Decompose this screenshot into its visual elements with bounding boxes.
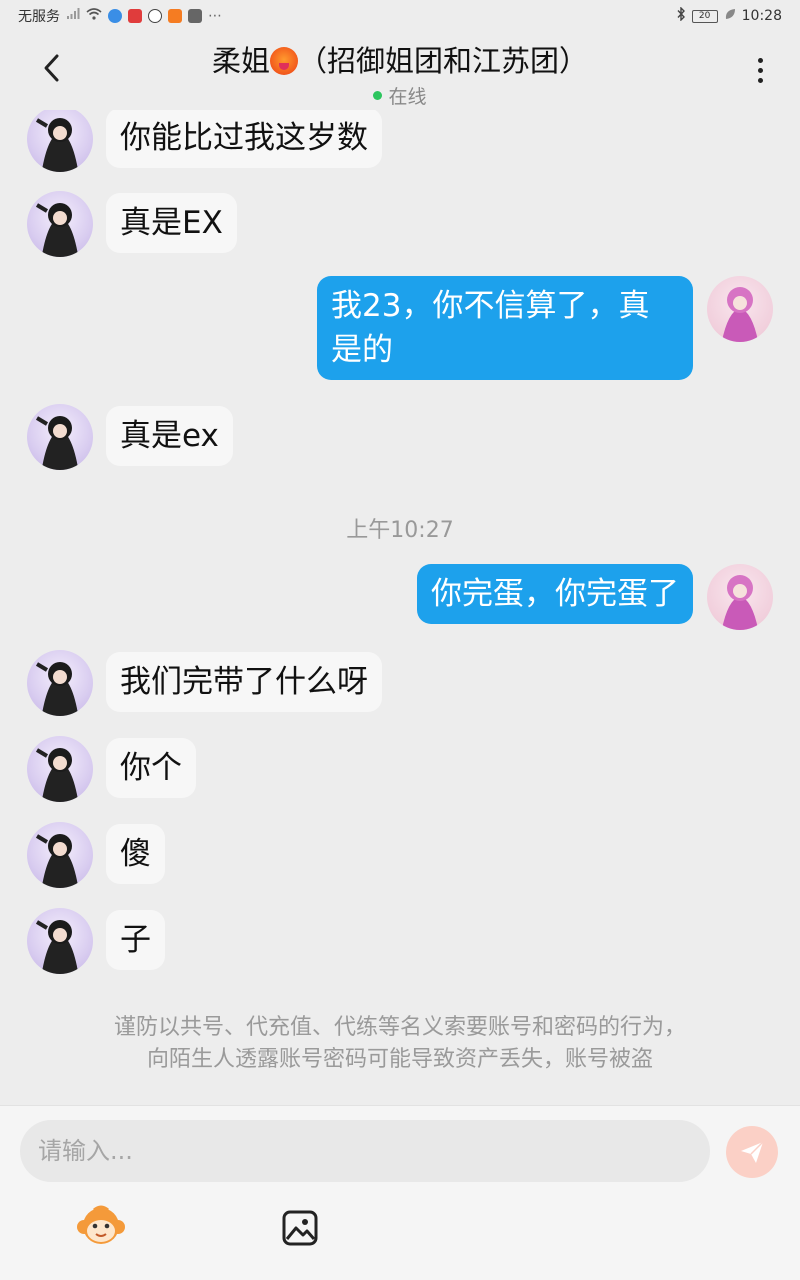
my-avatar[interactable] <box>707 564 773 630</box>
security-notice-line: 向陌生人透露账号密码可能导致资产丢失，账号被盗 <box>146 1047 653 1072</box>
contact-avatar[interactable] <box>27 650 93 716</box>
avatar-illustration-icon <box>721 287 759 342</box>
avatar-illustration-icon <box>35 662 79 716</box>
chat-title-name: 柔姐 <box>211 44 270 78</box>
avatar-illustration-icon <box>35 834 79 888</box>
chat-title-block: 柔姐 （招御姐团和江苏团） 在线 <box>120 38 680 109</box>
avatar-illustration-icon <box>721 575 759 630</box>
avatar-illustration-icon <box>35 416 79 470</box>
wifi-icon <box>86 8 102 24</box>
message-bubble[interactable]: 你能比过我这岁数 <box>106 110 382 168</box>
online-status-label: 在线 <box>388 86 427 108</box>
more-options-button[interactable] <box>744 48 776 92</box>
avatar-illustration-icon <box>35 748 79 802</box>
security-notice: 谨防以共号、代充值、代练等名义索要账号和密码的行为， 向陌生人透露账号密码可能导… <box>40 1012 760 1076</box>
online-dot-icon <box>373 91 383 100</box>
security-notice-line: 谨防以共号、代充值、代练等名义索要账号和密码的行为， <box>113 1015 686 1040</box>
battery-icon: 20 <box>691 9 718 23</box>
monkey-face-icon <box>77 1205 125 1244</box>
dot <box>757 77 763 83</box>
bluetooth-icon <box>676 6 686 25</box>
status-bar-left: 无服务 ⋯ <box>18 6 222 26</box>
status-bar: 无服务 ⋯ 20 10:28 <box>0 0 800 32</box>
message-bubble[interactable]: 傻 <box>106 824 165 884</box>
clock-text: 10:28 <box>741 8 782 24</box>
chat-header: 柔姐 （招御姐团和江苏团） 在线 <box>0 32 800 110</box>
contact-avatar[interactable] <box>27 110 93 172</box>
send-button[interactable] <box>726 1126 778 1178</box>
avatar-illustration-icon <box>35 920 79 974</box>
contact-avatar[interactable] <box>27 191 93 257</box>
avatar-illustration-icon <box>35 203 79 257</box>
contact-avatar[interactable] <box>27 736 93 802</box>
app-notification-icon <box>168 9 182 23</box>
chat-title: 柔姐 （招御姐团和江苏团） <box>120 38 680 80</box>
chat-title-group: （招御姐团和江苏团） <box>298 44 589 78</box>
leaf-icon <box>724 8 736 24</box>
avatar-illustration-icon <box>35 118 79 172</box>
chevron-left-icon <box>44 54 59 82</box>
message-bubble[interactable]: 我们完带了什么呀 <box>106 652 382 712</box>
image-icon <box>282 1210 318 1246</box>
message-bubble[interactable]: 我23，你不信算了，真 是的 <box>317 276 693 380</box>
message-composer <box>0 1105 800 1280</box>
contact-avatar[interactable] <box>27 404 93 470</box>
back-button[interactable] <box>30 46 74 90</box>
dot <box>757 67 763 73</box>
carrier-text: 无服务 <box>18 9 60 25</box>
signal-icon <box>66 8 80 24</box>
message-bubble[interactable]: 你个 <box>106 738 196 798</box>
app-notification-icon <box>128 9 142 23</box>
emoji-button[interactable] <box>76 1202 126 1252</box>
message-bubble[interactable]: 你完蛋，你完蛋了 <box>417 564 693 624</box>
send-icon <box>741 1141 764 1163</box>
image-picker-button[interactable] <box>278 1206 322 1250</box>
battery-level: 20 <box>698 10 711 21</box>
message-list[interactable]: 你能比过我这岁数 真是EX 我23，你不信算了，真 是的 真是ex 上午10:2… <box>0 110 800 1105</box>
more-notifications-icon: ⋯ <box>208 8 222 24</box>
app-notification-icon <box>148 9 162 23</box>
message-bubble[interactable]: 子 <box>106 910 165 970</box>
online-status: 在线 <box>373 82 427 109</box>
message-bubble[interactable]: 真是ex <box>106 406 233 466</box>
contact-avatar[interactable] <box>27 908 93 974</box>
hot-face-emoji-icon <box>270 47 298 75</box>
app-notification-icon <box>188 9 202 23</box>
message-input[interactable] <box>20 1120 710 1182</box>
message-timestamp: 上午10:27 <box>346 518 454 543</box>
contact-avatar[interactable] <box>27 822 93 888</box>
message-bubble[interactable]: 真是EX <box>106 193 237 253</box>
status-bar-right: 20 10:28 <box>676 6 782 25</box>
app-notification-icon <box>108 9 122 23</box>
dot <box>757 57 763 63</box>
my-avatar[interactable] <box>707 276 773 342</box>
